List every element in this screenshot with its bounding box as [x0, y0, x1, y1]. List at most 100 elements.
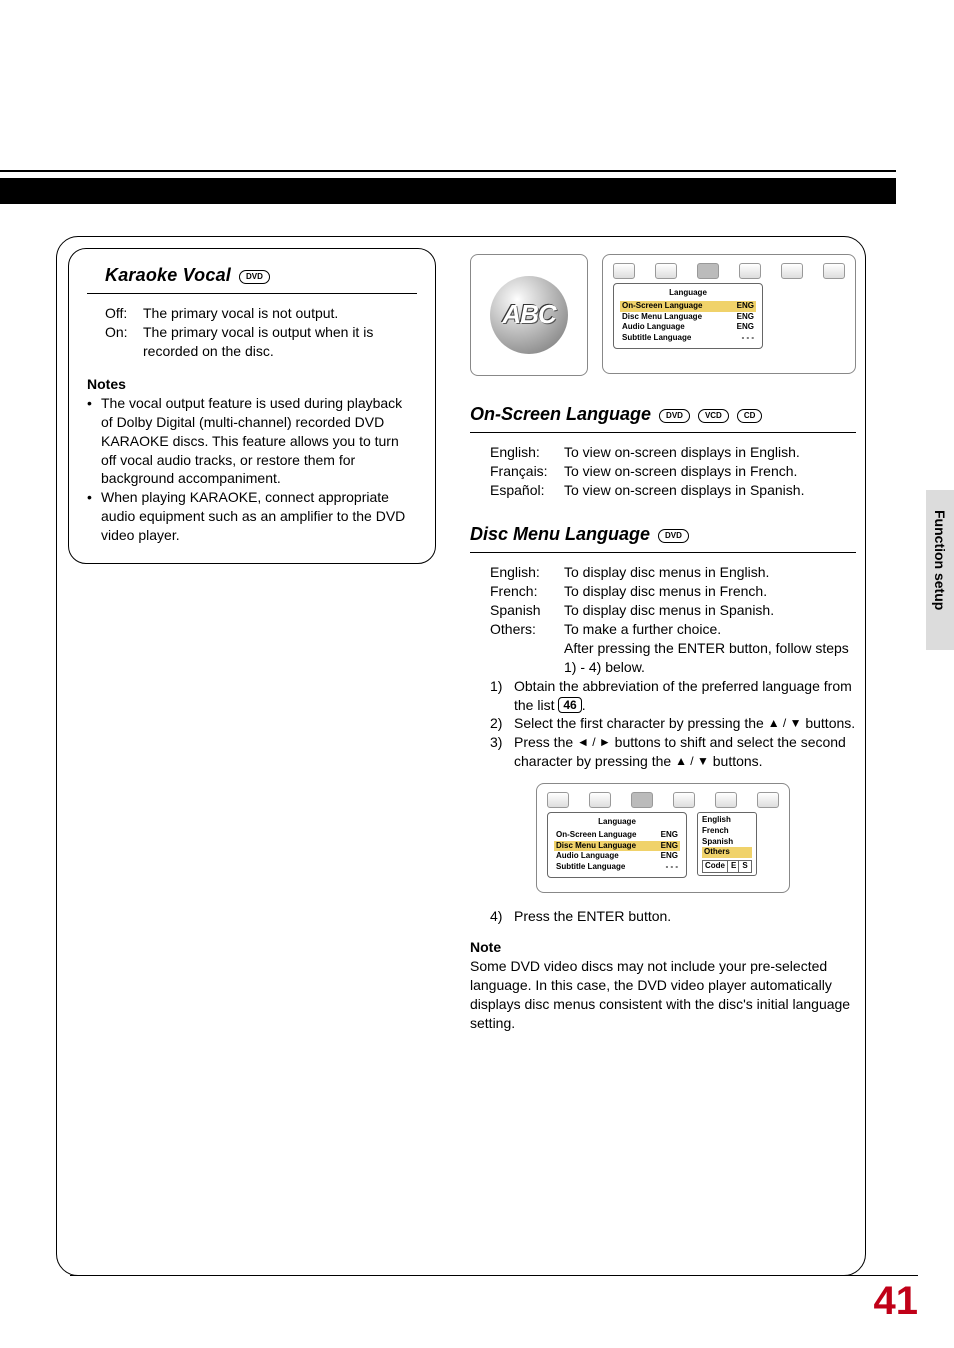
lang-text: To display disc menus in Spanish.: [564, 601, 856, 620]
step-text: Press the ◄ / ► buttons to shift and sel…: [514, 733, 856, 771]
osd-val: - - -: [742, 333, 754, 344]
section-title-osl: On-Screen Language DVD VCD CD: [470, 402, 856, 433]
osd-tab-icon: [757, 792, 779, 808]
lang-row-cont: After pressing the ENTER button, follow …: [490, 639, 856, 677]
right-column: ABC Language On-Screen Language ENG: [470, 254, 856, 1032]
footer-rule: [70, 1275, 918, 1276]
osd-row: Audio Language ENG: [620, 322, 756, 333]
bullet-icon: •: [87, 394, 101, 488]
osd-tab-icon: [739, 263, 761, 279]
page-number: 41: [874, 1279, 919, 1324]
note-body: Some DVD video discs may not include you…: [470, 957, 856, 1033]
osd-row: Subtitle Language - - -: [554, 862, 680, 873]
dvd-badge-icon: DVD: [658, 529, 689, 543]
lang-text: To make a further choice.: [564, 620, 856, 639]
osd-key: Disc Menu Language: [622, 312, 702, 323]
osd-val: ENG: [661, 851, 678, 862]
osd-screenshot-language: Language On-Screen Language ENG Disc Men…: [602, 254, 856, 374]
step-text-post: buttons.: [801, 715, 855, 731]
option-text: The primary vocal is not output.: [143, 304, 417, 323]
page-ref-badge: 46: [558, 697, 581, 713]
code-char: E: [727, 861, 736, 872]
lang-label: Others:: [490, 620, 564, 639]
section-title-dml: Disc Menu Language DVD: [470, 522, 856, 553]
step-text: Press the ENTER button.: [514, 907, 856, 926]
osd-popup-item: English: [702, 815, 752, 826]
bullet-icon: •: [87, 488, 101, 545]
up-down-arrow-icon: ▲ / ▼: [675, 754, 709, 768]
lang-row: French: To display disc menus in French.: [490, 582, 856, 601]
osd-tab-row: [547, 792, 779, 808]
osd-panel: Language On-Screen Language ENG Disc Men…: [613, 283, 763, 349]
note-heading: Note: [470, 938, 856, 957]
header-bar: [0, 178, 896, 204]
karaoke-on-row: On: The primary vocal is output when it …: [105, 323, 417, 361]
osd-popup-item: Spanish: [702, 837, 752, 848]
step-text-post: .: [582, 697, 586, 713]
section-title-text: On-Screen Language: [470, 402, 651, 426]
osd-panel-title: Language: [554, 817, 680, 828]
lang-text: To display disc menus in French.: [564, 582, 856, 601]
osd-val: ENG: [737, 312, 754, 323]
osd-row: On-Screen Language ENG: [620, 301, 756, 312]
osd-val: ENG: [661, 830, 678, 841]
osd-tab-icon: [655, 263, 677, 279]
osd-val: ENG: [661, 841, 678, 852]
lang-text: To view on-screen displays in French.: [564, 462, 856, 481]
step-row: 2) Select the first character by pressin…: [490, 714, 856, 733]
osd-row: Subtitle Language - - -: [620, 333, 756, 344]
osd-tab-icon: [589, 792, 611, 808]
osd-tab-icon: [631, 792, 653, 808]
osd-key: Audio Language: [556, 851, 619, 862]
lang-row: Français: To view on-screen displays in …: [490, 462, 856, 481]
note-item: • The vocal output feature is used durin…: [87, 394, 417, 488]
code-label: Code: [705, 861, 725, 872]
note-text: When playing KARAOKE, connect appropriat…: [101, 488, 417, 545]
step-row: 4) Press the ENTER button.: [490, 907, 856, 926]
lang-text: To display disc menus in English.: [564, 563, 856, 582]
lang-label: [490, 639, 564, 677]
abc-illustration: ABC: [470, 254, 588, 376]
osd-tab-icon: [697, 263, 719, 279]
code-char: S: [738, 861, 747, 872]
lang-label: Français:: [490, 462, 564, 481]
step-number: 4): [490, 907, 514, 926]
osd-val: ENG: [737, 301, 754, 312]
step-number: 1): [490, 677, 514, 715]
illustration-row: ABC Language On-Screen Language ENG: [470, 254, 856, 376]
osd-val: - - -: [666, 862, 678, 873]
osd-tab-icon: [715, 792, 737, 808]
notes-heading: Notes: [87, 375, 417, 394]
osd-tab-icon: [823, 263, 845, 279]
lang-row: English: To view on-screen displays in E…: [490, 443, 856, 462]
osd-panel-title: Language: [620, 288, 756, 299]
lang-text: To view on-screen displays in Spanish.: [564, 481, 856, 500]
osd-val: ENG: [737, 322, 754, 333]
karaoke-vocal-section: Karaoke Vocal DVD Off: The primary vocal…: [68, 248, 436, 564]
osd-key: On-Screen Language: [622, 301, 702, 312]
osd-popup-item: French: [702, 826, 752, 837]
side-tab-label: Function setup: [932, 510, 948, 610]
osd-row: Audio Language ENG: [554, 851, 680, 862]
lang-label: English:: [490, 563, 564, 582]
osd-screenshot-language-popup: Language On-Screen Language ENG Disc Men…: [536, 783, 790, 893]
header-rule: [0, 170, 896, 172]
option-label: Off:: [105, 304, 143, 323]
up-down-arrow-icon: ▲ / ▼: [768, 716, 802, 730]
note-item: • When playing KARAOKE, connect appropri…: [87, 488, 417, 545]
option-label: On:: [105, 323, 143, 361]
step-row: 3) Press the ◄ / ► buttons to shift and …: [490, 733, 856, 771]
dvd-badge-icon: DVD: [239, 270, 270, 284]
lang-label: Español:: [490, 481, 564, 500]
manual-page: Function setup Karaoke Vocal DVD Off: Th…: [0, 0, 954, 1348]
left-right-arrow-icon: ◄ / ►: [577, 735, 611, 749]
karaoke-off-row: Off: The primary vocal is not output.: [105, 304, 417, 323]
osd-tab-icon: [613, 263, 635, 279]
lang-label: Spanish: [490, 601, 564, 620]
osd-popup-code: Code E S: [702, 860, 752, 873]
osd-key: On-Screen Language: [556, 830, 636, 841]
dvd-badge-icon: DVD: [659, 409, 690, 423]
section-title-karaoke: Karaoke Vocal DVD: [87, 263, 417, 294]
step-number: 3): [490, 733, 514, 771]
osd-row: Disc Menu Language ENG: [620, 312, 756, 323]
